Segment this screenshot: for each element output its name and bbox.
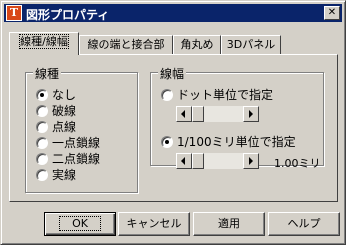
ok-button[interactable]: OK	[44, 212, 116, 236]
radio-icon[interactable]	[36, 153, 48, 165]
radio-icon[interactable]	[36, 137, 48, 149]
title-bar[interactable]: T 図形プロパティ ✕	[4, 4, 342, 22]
mm-width-scrollbar[interactable]	[176, 153, 259, 169]
radio-label: 一点鎖線	[52, 136, 101, 150]
app-icon: T	[6, 5, 22, 21]
radio-icon[interactable]	[36, 121, 48, 133]
radio-icon[interactable]	[36, 169, 48, 181]
window-title: 図形プロパティ	[26, 8, 110, 22]
tab-line-ends-joins[interactable]: 線の端と接合部	[79, 35, 173, 55]
scroll-thumb[interactable]	[192, 153, 204, 169]
apply-button-label: 適用	[218, 217, 240, 230]
dot-width-scrollbar[interactable]	[176, 106, 259, 122]
tab-line-type-width[interactable]: 線種/線幅	[9, 32, 79, 55]
radio-selected-icon[interactable]	[161, 136, 173, 148]
radio-label: ドット単位で指定	[177, 88, 274, 102]
tab-3d-panel[interactable]: 3Dパネル	[221, 35, 281, 55]
cancel-button-label: キャンセル	[126, 217, 182, 230]
line-width-group-title: 線幅	[158, 65, 187, 82]
radio-label: なし	[52, 88, 77, 102]
radio-label: 破線	[52, 104, 77, 118]
tab-label: 線の端と接合部	[87, 38, 165, 51]
scroll-right-arrow-icon[interactable]	[243, 106, 259, 122]
radio-icon[interactable]	[36, 105, 48, 117]
scroll-thumb[interactable]	[192, 106, 204, 122]
tab-panel: 線種 なし 破線 点線 一点鎖線 二点鎖線 実線 線幅 ドット単位で指定 1/1…	[9, 54, 338, 202]
line-width-group: 線幅 ドット単位で指定 1/100ミリ単位で指定 1.00ミリ	[150, 65, 324, 170]
radio-label: 点線	[52, 120, 77, 134]
tab-round-corners[interactable]: 角丸め	[173, 35, 221, 55]
line-type-group: 線種 なし 破線 点線 一点鎖線 二点鎖線 実線	[25, 65, 138, 193]
radio-label: 実線	[52, 168, 77, 182]
tab-label: 角丸め	[180, 38, 214, 51]
tab-label: 3Dパネル	[226, 38, 276, 51]
tab-label: 線種/線幅	[19, 34, 69, 49]
radio-label: 1/100ミリ単位で指定	[177, 135, 296, 149]
radio-selected-icon[interactable]	[36, 89, 48, 101]
mm-width-value: 1.00ミリ	[274, 157, 321, 170]
apply-button[interactable]: 適用	[193, 212, 265, 236]
cancel-button[interactable]: キャンセル	[118, 212, 190, 236]
radio-icon[interactable]	[161, 89, 173, 101]
scroll-left-arrow-icon[interactable]	[176, 106, 192, 122]
properties-dialog: T 図形プロパティ ✕ 線種/線幅 線の端と接合部 角丸め 3Dパネル 線種 な…	[0, 0, 346, 245]
scroll-left-arrow-icon[interactable]	[176, 153, 192, 169]
close-button[interactable]: ✕	[324, 6, 340, 20]
ok-button-label: OK	[59, 216, 101, 231]
line-type-group-title: 線種	[33, 65, 62, 82]
scroll-right-arrow-icon[interactable]	[243, 153, 259, 169]
help-button-label: ヘルプ	[287, 217, 321, 230]
help-button[interactable]: ヘルプ	[268, 212, 340, 236]
radio-label: 二点鎖線	[52, 152, 101, 166]
